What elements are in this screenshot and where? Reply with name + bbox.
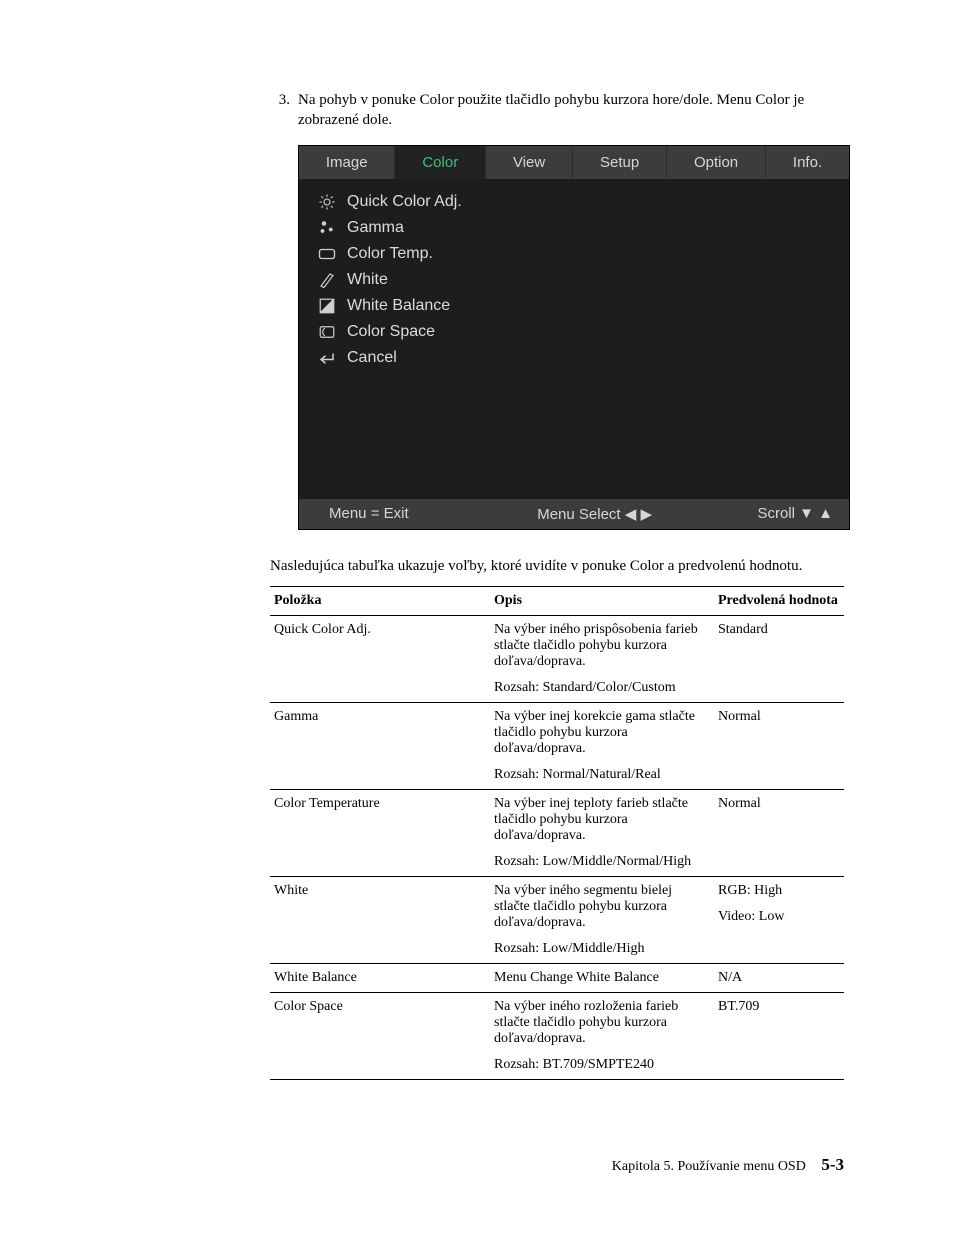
table-row: White Balance Menu Change White Balance … <box>270 963 844 992</box>
osd-tab-info: Info. <box>766 146 849 179</box>
th-desc: Opis <box>490 586 714 615</box>
osd-item-white-balance: White Balance <box>313 293 849 319</box>
cell-default: N/A <box>714 963 844 992</box>
osd-tab-image: Image <box>299 146 395 179</box>
cell-item: White Balance <box>270 963 490 992</box>
chapter-label: Kapitola 5. Používanie menu OSD <box>612 1159 806 1174</box>
white-icon <box>313 271 341 289</box>
osd-item-label: Color Space <box>347 323 435 341</box>
cell-desc: Na výber iného segmentu bielej stlačte t… <box>490 876 714 963</box>
page-number: 5-3 <box>821 1155 844 1174</box>
cell-desc: Menu Change White Balance <box>490 963 714 992</box>
osd-item-color-temp: Color Temp. <box>313 241 849 267</box>
cell-item: Gamma <box>270 702 490 789</box>
cell-item: White <box>270 876 490 963</box>
osd-tab-bar: Image Color View Setup Option Info. <box>299 146 849 179</box>
cell-default: Normal <box>714 789 844 876</box>
osd-footer-select: Menu Select ◀ ▶ <box>492 499 696 529</box>
osd-item-label: Color Temp. <box>347 245 433 263</box>
cell-desc: Na výber inej teploty farieb stlačte tla… <box>490 789 714 876</box>
osd-item-label: White Balance <box>347 297 450 315</box>
osd-item-label: White <box>347 271 388 289</box>
osd-footer-scroll: Scroll ▼ ▲ <box>697 499 849 529</box>
cell-default: BT.709 <box>714 992 844 1079</box>
cell-desc: Na výber iného prispôsobenia farieb stla… <box>490 615 714 702</box>
osd-screenshot: Image Color View Setup Option Info. Quic… <box>298 145 850 530</box>
table-row: Quick Color Adj. Na výber iného prispôso… <box>270 615 844 702</box>
cell-desc: Na výber inej korekcie gama stlačte tlač… <box>490 702 714 789</box>
osd-item-color-space: Color Space <box>313 319 849 345</box>
cell-default: Standard <box>714 615 844 702</box>
osd-footer: Menu = Exit Menu Select ◀ ▶ Scroll ▼ ▲ <box>299 499 849 529</box>
brightness-icon <box>313 193 341 211</box>
osd-tab-setup: Setup <box>573 146 667 179</box>
page-footer: Kapitola 5. Používanie menu OSD 5-3 <box>612 1155 844 1175</box>
cell-desc: Na výber iného rozloženia farieb stlačte… <box>490 992 714 1079</box>
osd-footer-exit: Menu = Exit <box>299 499 492 529</box>
osd-item-label: Quick Color Adj. <box>347 193 462 211</box>
osd-item-quick-color-adj: Quick Color Adj. <box>313 189 849 215</box>
th-item: Položka <box>270 586 490 615</box>
osd-tab-view: View <box>486 146 573 179</box>
osd-item-cancel: Cancel <box>313 345 849 371</box>
color-temp-icon <box>313 247 341 261</box>
table-row: Color Temperature Na výber inej teploty … <box>270 789 844 876</box>
osd-item-white: White <box>313 267 849 293</box>
cell-default: Normal <box>714 702 844 789</box>
color-space-icon <box>313 323 341 341</box>
osd-tab-color: Color <box>395 146 486 179</box>
cell-item: Quick Color Adj. <box>270 615 490 702</box>
th-default: Predvolená hodnota <box>714 586 844 615</box>
step-number: 3. <box>270 90 290 110</box>
color-options-table: Položka Opis Predvolená hodnota Quick Co… <box>270 586 844 1080</box>
step-text: Na pohyb v ponuke Color použite tlačidlo… <box>298 90 844 131</box>
table-row: Gamma Na výber inej korekcie gama stlačt… <box>270 702 844 789</box>
table-row: White Na výber iného segmentu bielej stl… <box>270 876 844 963</box>
gamma-icon <box>313 219 341 237</box>
return-icon <box>313 349 341 367</box>
cell-default: RGB: High Video: Low <box>714 876 844 963</box>
osd-item-gamma: Gamma <box>313 215 849 241</box>
osd-menu-body: Quick Color Adj. Gamma Color Temp. White <box>299 179 849 499</box>
cell-item: Color Temperature <box>270 789 490 876</box>
cell-item: Color Space <box>270 992 490 1079</box>
step-3: 3. Na pohyb v ponuke Color použite tlači… <box>270 90 844 131</box>
table-intro: Nasledujúca tabuľka ukazuje voľby, ktoré… <box>270 556 844 576</box>
osd-item-label: Cancel <box>347 349 397 367</box>
table-row: Color Space Na výber iného rozloženia fa… <box>270 992 844 1079</box>
white-balance-icon <box>313 297 341 315</box>
osd-tab-option: Option <box>667 146 766 179</box>
osd-item-label: Gamma <box>347 219 404 237</box>
